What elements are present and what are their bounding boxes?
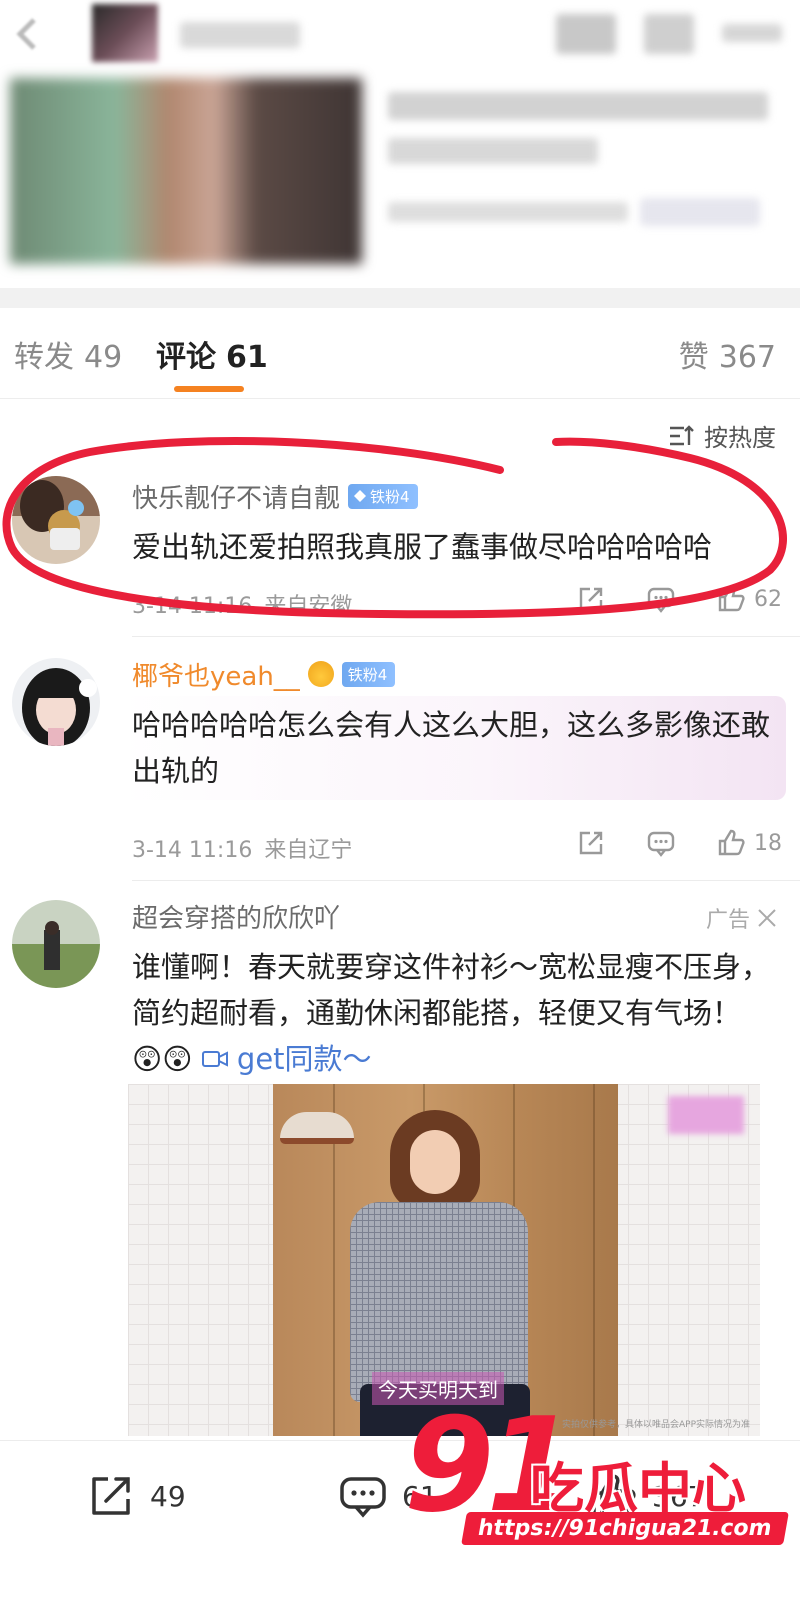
comment-item: 快乐靓仔不请自靓 铁粉4 爱出轨还爱拍照我真服了蠢事做尽哈哈哈哈哈 3-14 1… bbox=[0, 476, 800, 636]
comment-body: 椰爷也yeah__ 铁粉4 哈哈哈哈哈怎么会有人这么大胆，这么多影像还敢出轨的 bbox=[132, 656, 776, 794]
interaction-tabs: 转发 49 评论 61 赞 367 bbox=[0, 308, 800, 399]
back-arrow-icon[interactable] bbox=[8, 14, 48, 54]
tab-comments-label: 评论 bbox=[156, 340, 216, 375]
repost-count: 49 bbox=[150, 1479, 186, 1513]
sort-by-hot-button[interactable]: 按热度 bbox=[668, 418, 776, 453]
sort-label: 按热度 bbox=[704, 424, 776, 452]
comment-username-row[interactable]: 椰爷也yeah__ 铁粉4 bbox=[132, 656, 776, 692]
repost-icon bbox=[92, 1477, 130, 1515]
comment-time: 3-14 11:16 bbox=[132, 594, 253, 619]
like-button[interactable]: 18 bbox=[716, 828, 782, 858]
tab-comments[interactable]: 评论 61 bbox=[156, 332, 268, 376]
share-icon bbox=[579, 587, 603, 611]
author-avatar-blurred[interactable] bbox=[92, 4, 158, 62]
comment-count: 61 bbox=[402, 1479, 438, 1513]
post-meta-blurred bbox=[388, 202, 628, 222]
fan-badge: 铁粉4 bbox=[341, 661, 396, 687]
comment-divider bbox=[132, 880, 800, 881]
avatar[interactable] bbox=[12, 658, 100, 746]
top-navigation-bar bbox=[0, 0, 800, 72]
tab-likes-label: 赞 bbox=[678, 340, 709, 375]
comment-time: 3-14 11:16 bbox=[132, 838, 253, 863]
comment-location: 来自辽宁 bbox=[264, 838, 353, 863]
comment-username-row[interactable]: 快乐靓仔不请自靓 铁粉4 bbox=[132, 478, 776, 514]
sort-icon bbox=[670, 424, 694, 445]
comment-meta: 3-14 11:16 来自辽宁 bbox=[132, 832, 352, 864]
tab-likes[interactable]: 赞 367 bbox=[679, 332, 776, 376]
comment-item: 椰爷也yeah__ 铁粉4 哈哈哈哈哈怎么会有人这么大胆，这么多影像还敢出轨的 … bbox=[0, 656, 800, 878]
share-button[interactable] bbox=[576, 828, 606, 858]
ad-brand-blurred bbox=[668, 1096, 744, 1134]
ad-fine-print: 实拍仅供参考，具体以唯品会APP实际情况为准 bbox=[561, 1420, 750, 1430]
tab-repost-label: 转发 bbox=[14, 340, 74, 375]
thumbs-up-icon bbox=[718, 585, 745, 612]
post-tag-blurred bbox=[640, 198, 760, 226]
tab-comments-count: 61 bbox=[226, 340, 268, 375]
comment-button[interactable]: 61 bbox=[338, 1471, 438, 1521]
ad-content: 谁懂啊！春天就要穿这件衬衫～宽松显瘦不压身，简约超耐看，通勤休闲都能搭，轻便又有… bbox=[132, 934, 776, 1082]
avatar[interactable] bbox=[12, 476, 100, 564]
video-icon bbox=[201, 1051, 228, 1067]
like-count: 62 bbox=[754, 586, 782, 612]
fan-badge: 铁粉4 bbox=[348, 483, 418, 509]
like-button[interactable]: 62 bbox=[716, 584, 782, 614]
share-icon bbox=[579, 831, 603, 855]
comment-body: 快乐靓仔不请自靓 铁粉4 爱出轨还爱拍照我真服了蠢事做尽哈哈哈哈哈 bbox=[132, 478, 776, 570]
comment-bubble-icon bbox=[647, 587, 675, 613]
post-thumbnail-blurred bbox=[10, 78, 362, 264]
reply-button[interactable] bbox=[646, 828, 676, 858]
get-same-item-label: get同款～ bbox=[236, 1042, 372, 1076]
follow-button-blurred[interactable] bbox=[556, 14, 616, 54]
section-separator bbox=[0, 288, 800, 308]
repost-button[interactable]: 49 bbox=[86, 1471, 186, 1521]
get-same-item-link[interactable]: get同款～ bbox=[201, 1042, 372, 1076]
ad-image-lamp bbox=[280, 1112, 354, 1144]
ad-copy: 谁懂啊！春天就要穿这件衬衫～宽松显瘦不压身，简约超耐看，通勤休闲都能搭，轻便又有… bbox=[132, 950, 771, 1030]
post-text-blurred-line bbox=[388, 138, 598, 164]
active-tab-indicator bbox=[174, 386, 244, 392]
comment-actions: 62 bbox=[576, 584, 782, 614]
comment-text: 爱出轨还爱拍照我真服了蠢事做尽哈哈哈哈哈 bbox=[132, 530, 713, 564]
crown-icon bbox=[307, 661, 334, 687]
comment-bubble-icon bbox=[647, 831, 675, 857]
ad-label[interactable]: 广告 bbox=[706, 902, 778, 934]
post-text-blurred-line bbox=[388, 92, 768, 120]
shared-post-card-blurred[interactable] bbox=[0, 72, 800, 292]
comment-text: 哈哈哈哈哈怎么会有人这么大胆，这么多影像还敢出轨的 bbox=[132, 708, 771, 788]
diamond-icon bbox=[354, 490, 367, 502]
like-count: 367 bbox=[652, 1479, 706, 1513]
comment-username: 快乐靓仔不请自靓 bbox=[132, 483, 341, 514]
comment-username: 椰爷也yeah__ bbox=[132, 661, 300, 692]
avatar[interactable] bbox=[12, 900, 100, 988]
comment-meta: 3-14 11:16 来自安徽 bbox=[132, 588, 352, 620]
bottom-action-bar: 49 61 367 bbox=[0, 1440, 800, 1618]
ad-tag-text: 广告 bbox=[705, 908, 750, 933]
fan-badge-label: 铁粉4 bbox=[347, 665, 388, 684]
more-icon-blurred[interactable] bbox=[722, 24, 782, 42]
close-icon[interactable] bbox=[756, 907, 778, 929]
fan-badge-label: 铁粉4 bbox=[370, 487, 410, 506]
thumbs-up-icon bbox=[592, 1474, 636, 1517]
ad-text: 谁懂啊！春天就要穿这件衬衫～宽松显瘦不压身，简约超耐看，通勤休闲都能搭，轻便又有… bbox=[132, 944, 776, 1082]
ad-image-caption: 今天买明天到 bbox=[372, 1372, 504, 1405]
like-button[interactable]: 367 bbox=[588, 1471, 705, 1521]
ad-image[interactable]: 今天买明天到 实拍仅供参考，具体以唯品会APP实际情况为准 bbox=[128, 1084, 760, 1436]
share-button[interactable] bbox=[576, 584, 606, 614]
comment-icon bbox=[340, 1477, 386, 1518]
tab-repost-count: 49 bbox=[84, 340, 123, 375]
reply-button[interactable] bbox=[646, 584, 676, 614]
comment-location: 来自安徽 bbox=[264, 594, 353, 619]
thumbs-up-icon bbox=[718, 829, 745, 856]
ad-body: 超会穿搭的欣欣吖 bbox=[132, 898, 710, 934]
comment-divider bbox=[132, 636, 800, 637]
ad-username[interactable]: 超会穿搭的欣欣吖 bbox=[132, 898, 710, 934]
author-name-blurred bbox=[180, 22, 300, 48]
tab-repost[interactable]: 转发 49 bbox=[14, 332, 122, 376]
tab-likes-count: 367 bbox=[718, 340, 776, 375]
like-count: 18 bbox=[754, 830, 782, 856]
comment-actions: 18 bbox=[576, 828, 782, 858]
surprised-emoji: 😲😲 bbox=[132, 1042, 193, 1076]
search-icon-blurred[interactable] bbox=[644, 14, 694, 54]
ad-model-face bbox=[410, 1130, 460, 1194]
